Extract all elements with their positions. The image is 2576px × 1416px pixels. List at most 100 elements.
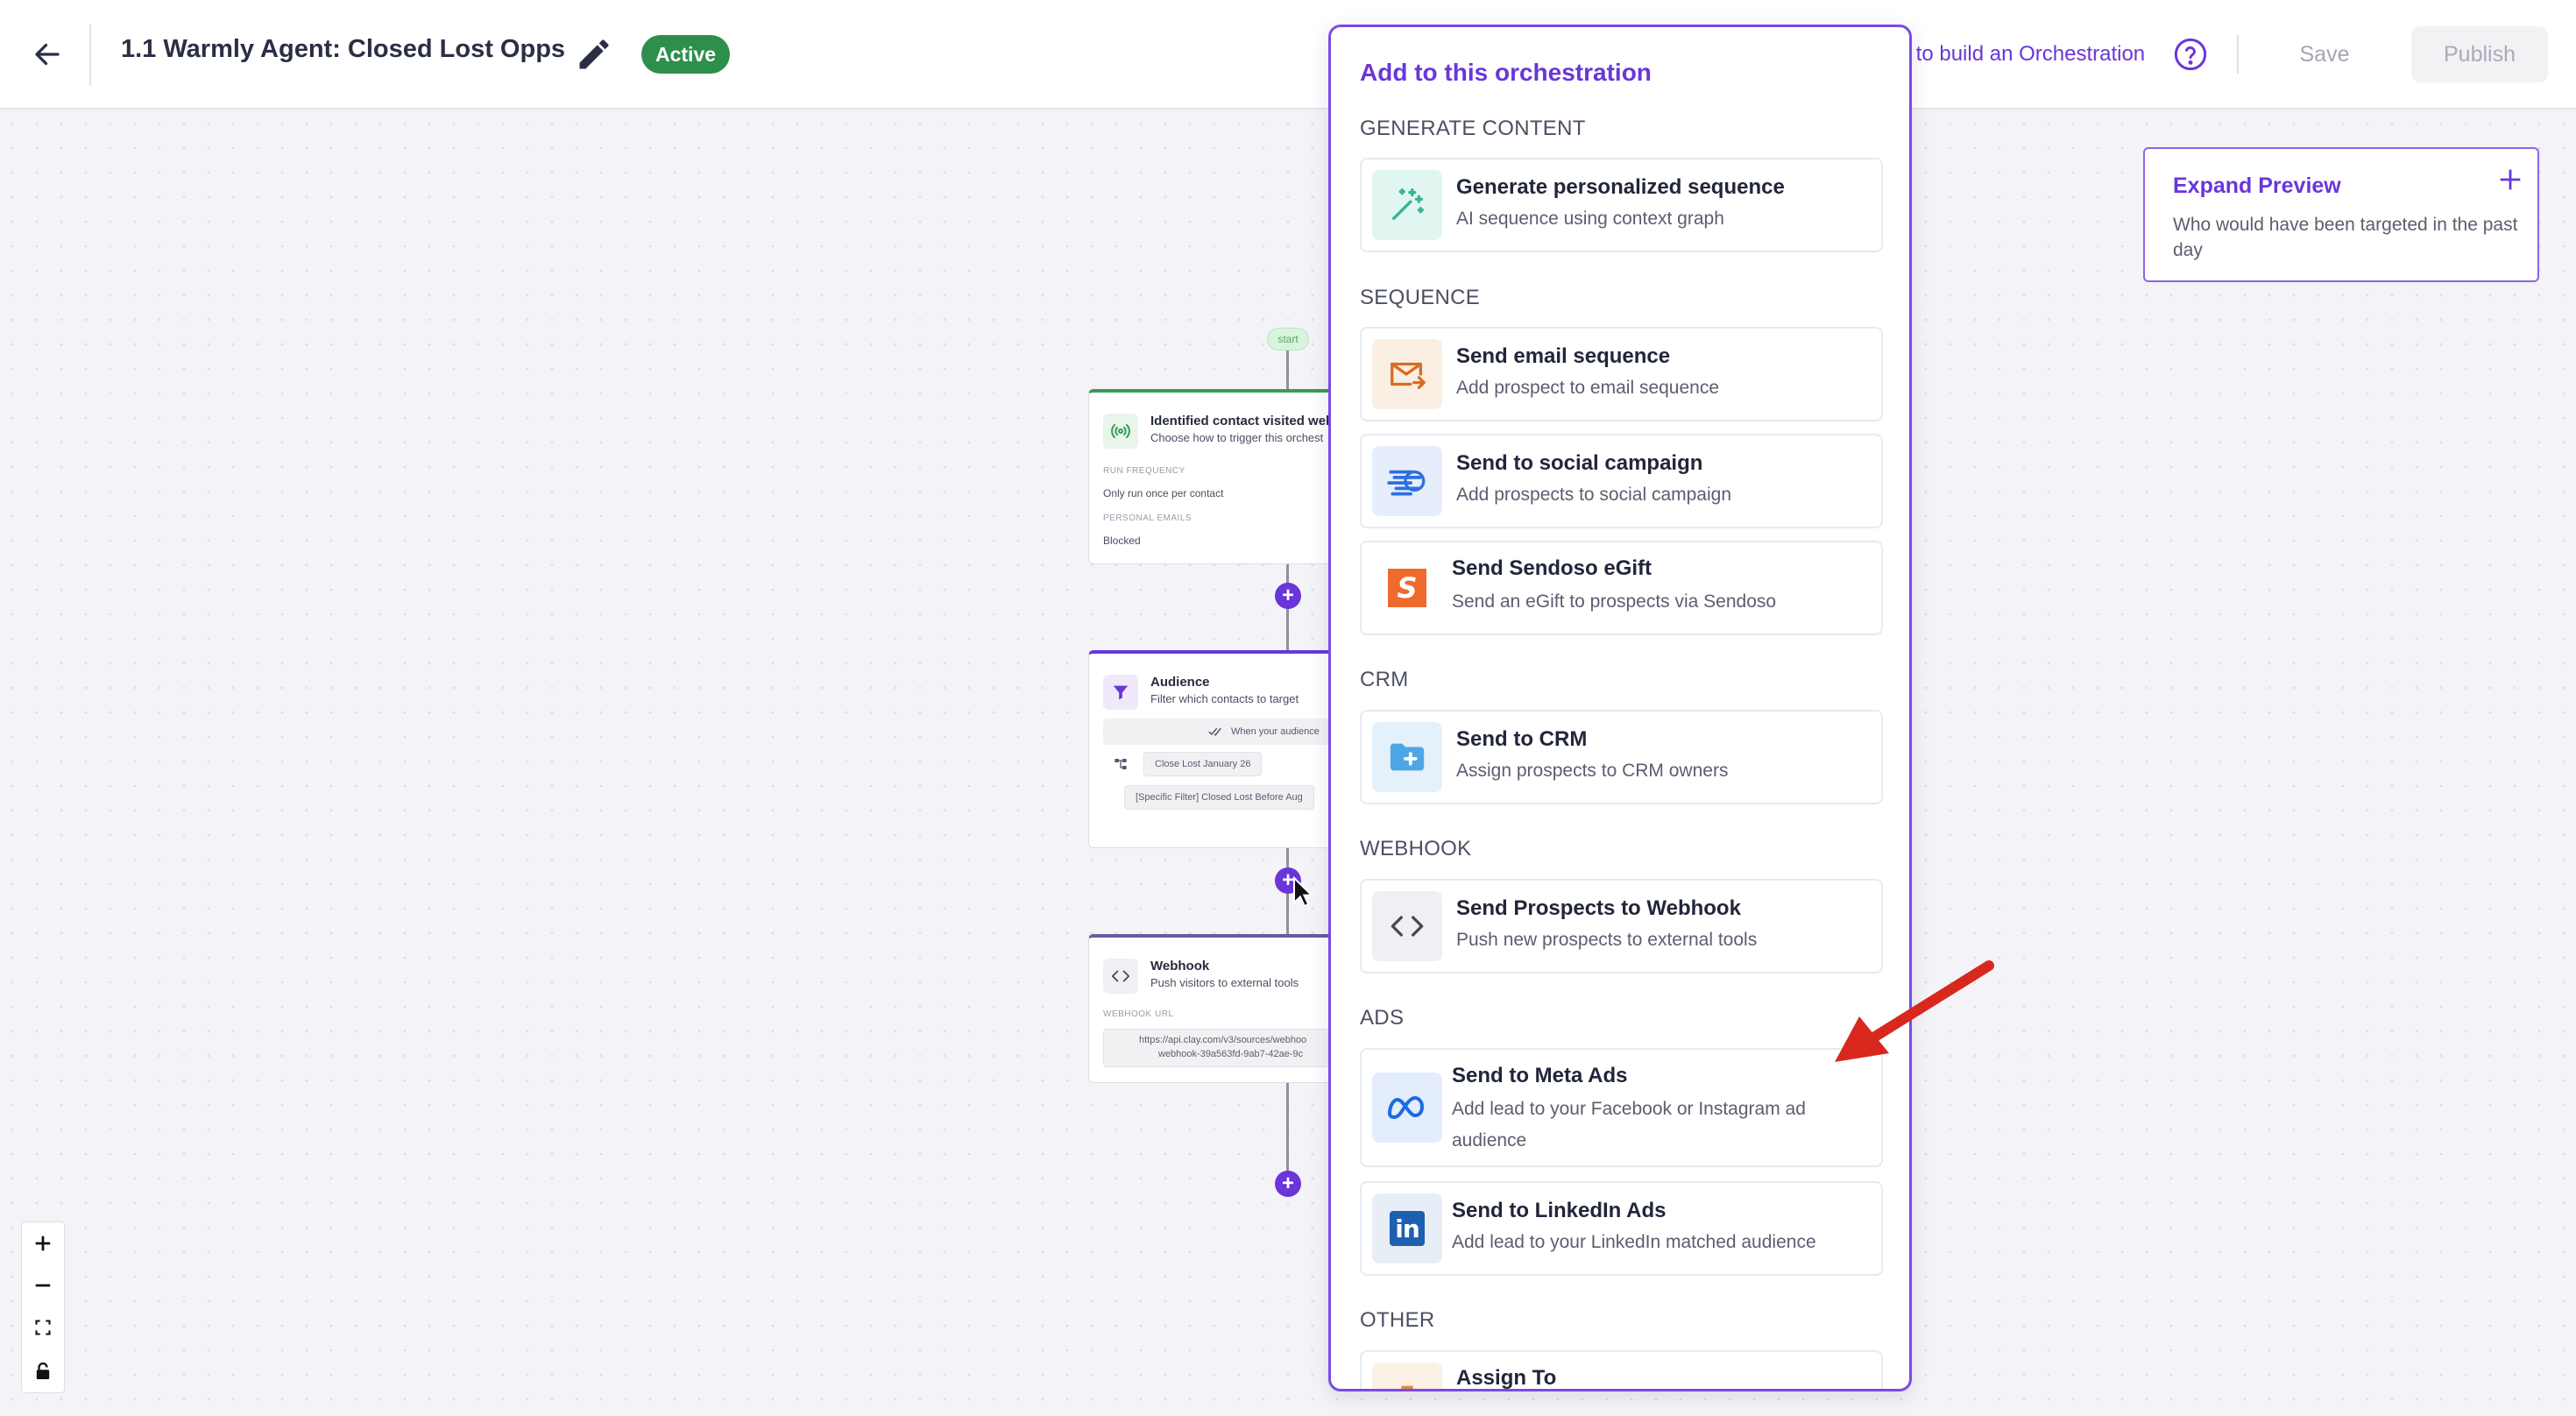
mouse-cursor-icon [1293,876,1314,908]
arrow-left-icon [35,43,60,66]
option-description: Assign prospects to CRM owners [1456,761,1729,781]
node-subtitle: Push visitors to external tools [1150,976,1299,989]
option-title: Send Sendoso eGift [1452,556,1652,580]
expand-preview-card[interactable]: Expand Preview Who would have been targe… [2143,147,2539,282]
magic-wand-icon [1372,170,1442,240]
section-heading: GENERATE CONTENT [1360,117,1586,140]
social-campaign-icon [1372,446,1442,516]
flow-connector [1286,1083,1289,1183]
node-title: Webhook [1150,959,1210,974]
start-marker: start [1267,328,1309,350]
send-sendoso-egift-option[interactable]: S Send Sendoso eGift Send an eGift to pr… [1360,541,1883,635]
generate-personalized-sequence-option[interactable]: Generate personalized sequence AI sequen… [1360,158,1883,252]
node-subtitle: Choose how to trigger this orchest [1150,431,1324,444]
meta-logo-icon [1372,1073,1442,1143]
orchestration-title: 1.1 Warmly Agent: Closed Lost Opps [121,35,566,63]
assign-to-option[interactable]: Assign To [1360,1350,1883,1390]
how-to-build-link[interactable]: y to build an Orchestration [1900,42,2145,67]
annotation-arrow-icon [1835,960,1994,1062]
option-title: Send Prospects to Webhook [1456,896,1741,920]
crm-folder-icon [1372,722,1442,792]
webhook-node[interactable]: Webhook Push visitors to external tools … [1088,934,1334,1083]
node-title: Audience [1150,675,1210,690]
preview-description: Who would have been targeted in the past… [2173,215,2518,260]
option-title: Assign To [1456,1366,1557,1390]
zoom-controls [21,1221,65,1393]
option-title: Generate personalized sequence [1456,175,1785,199]
publish-button[interactable]: Publish [2411,26,2548,82]
option-description: Add lead to your Facebook or Instagram a… [1452,1099,1806,1150]
add-step-button[interactable]: + [1275,583,1301,609]
option-title: Send to social campaign [1456,451,1703,475]
option-description: Add prospects to social campaign [1456,485,1732,505]
option-description: Push new prospects to external tools [1456,930,1758,950]
condition-text: When your audience [1231,726,1320,737]
option-description: Add lead to your LinkedIn matched audien… [1452,1232,1816,1252]
section-heading: WEBHOOK [1360,837,1472,860]
node-title: Identified contact visited web [1150,414,1334,428]
field-label: WEBHOOK URL [1103,1009,1174,1019]
audience-node[interactable]: Audience Filter which contacts to target… [1088,650,1334,848]
option-description: AI sequence using context graph [1456,209,1724,229]
field-value: Blocked [1103,535,1141,547]
pencil-icon [579,39,609,69]
field-label: PERSONAL EMAILS [1103,513,1192,523]
hierarchy-icon [1112,755,1129,773]
send-to-social-campaign-option[interactable]: Send to social campaign Add prospects to… [1360,434,1883,528]
broadcast-icon [1103,414,1138,449]
webhook-url-field: https://api.clay.com/v3/sources/webhoo w… [1103,1029,1333,1067]
back-button[interactable] [23,30,72,79]
option-description: Send an eGift to prospects via Sendoso [1452,591,1777,612]
briefcase-icon [1372,1363,1442,1389]
send-email-sequence-option[interactable]: Send email sequence Add prospect to emai… [1360,327,1883,421]
field-value: Only run once per contact [1103,487,1224,499]
top-bar: 1.1 Warmly Agent: Closed Lost Opps Activ… [0,0,2576,110]
edit-title-button[interactable] [575,35,613,74]
preview-title: Expand Preview [2173,173,2341,198]
field-label: RUN FREQUENCY [1103,466,1185,476]
filter-chip: Close Lost January 26 [1143,752,1263,776]
option-title: Send email sequence [1456,344,1671,368]
status-badge: Active [641,35,731,74]
option-title: Send to Meta Ads [1452,1064,1628,1087]
send-to-linkedin-ads-option[interactable]: in Send to LinkedIn Ads Add lead to your… [1360,1181,1883,1276]
zoom-in-button[interactable] [22,1222,64,1264]
header-divider [89,25,91,86]
sendoso-logo-icon: S [1372,553,1442,623]
add-to-orchestration-panel: Add to this orchestration GENERATE CONTE… [1328,25,1912,1391]
help-icon[interactable] [2173,37,2208,72]
header-divider [2237,35,2239,74]
trigger-node[interactable]: Identified contact visited web Choose ho… [1088,389,1334,564]
section-heading: SEQUENCE [1360,286,1481,309]
plus-icon[interactable] [2495,165,2525,195]
section-heading: ADS [1360,1006,1405,1030]
section-heading: OTHER [1360,1308,1435,1332]
filter-chip: [Specific Filter] Closed Lost Before Aug [1124,785,1314,810]
minus-icon [35,1284,51,1287]
filter-icon [1103,675,1138,710]
section-heading: CRM [1360,668,1409,691]
email-send-icon [1372,339,1442,409]
send-to-meta-ads-option[interactable]: Send to Meta Ads Add lead to your Facebo… [1360,1048,1883,1167]
webhook-url-line: webhook-39a563fd-9ab7-42ae-9c [1158,1049,1304,1059]
send-to-crm-option[interactable]: Send to CRM Assign prospects to CRM owne… [1360,710,1883,804]
panel-title: Add to this orchestration [1360,59,1652,86]
code-brackets-icon [1372,891,1442,961]
lock-icon [36,1363,50,1379]
double-check-icon [1208,727,1221,736]
lock-button[interactable] [22,1350,64,1392]
option-title: Send to LinkedIn Ads [1452,1199,1667,1222]
code-brackets-icon [1103,959,1138,994]
audience-condition: When your audience [1103,719,1333,745]
save-button[interactable]: Save [2278,26,2371,82]
send-prospects-to-webhook-option[interactable]: Send Prospects to Webhook Push new prosp… [1360,879,1883,974]
fit-view-button[interactable] [22,1306,64,1349]
add-step-button[interactable]: + [1275,1171,1301,1197]
webhook-url-line: https://api.clay.com/v3/sources/webhoo [1139,1035,1307,1045]
plus-icon [35,1235,51,1251]
linkedin-logo-icon: in [1372,1193,1442,1264]
option-description: Add prospect to email sequence [1456,378,1720,398]
fullscreen-icon [35,1320,51,1335]
node-subtitle: Filter which contacts to target [1150,692,1299,705]
zoom-out-button[interactable] [22,1264,64,1306]
